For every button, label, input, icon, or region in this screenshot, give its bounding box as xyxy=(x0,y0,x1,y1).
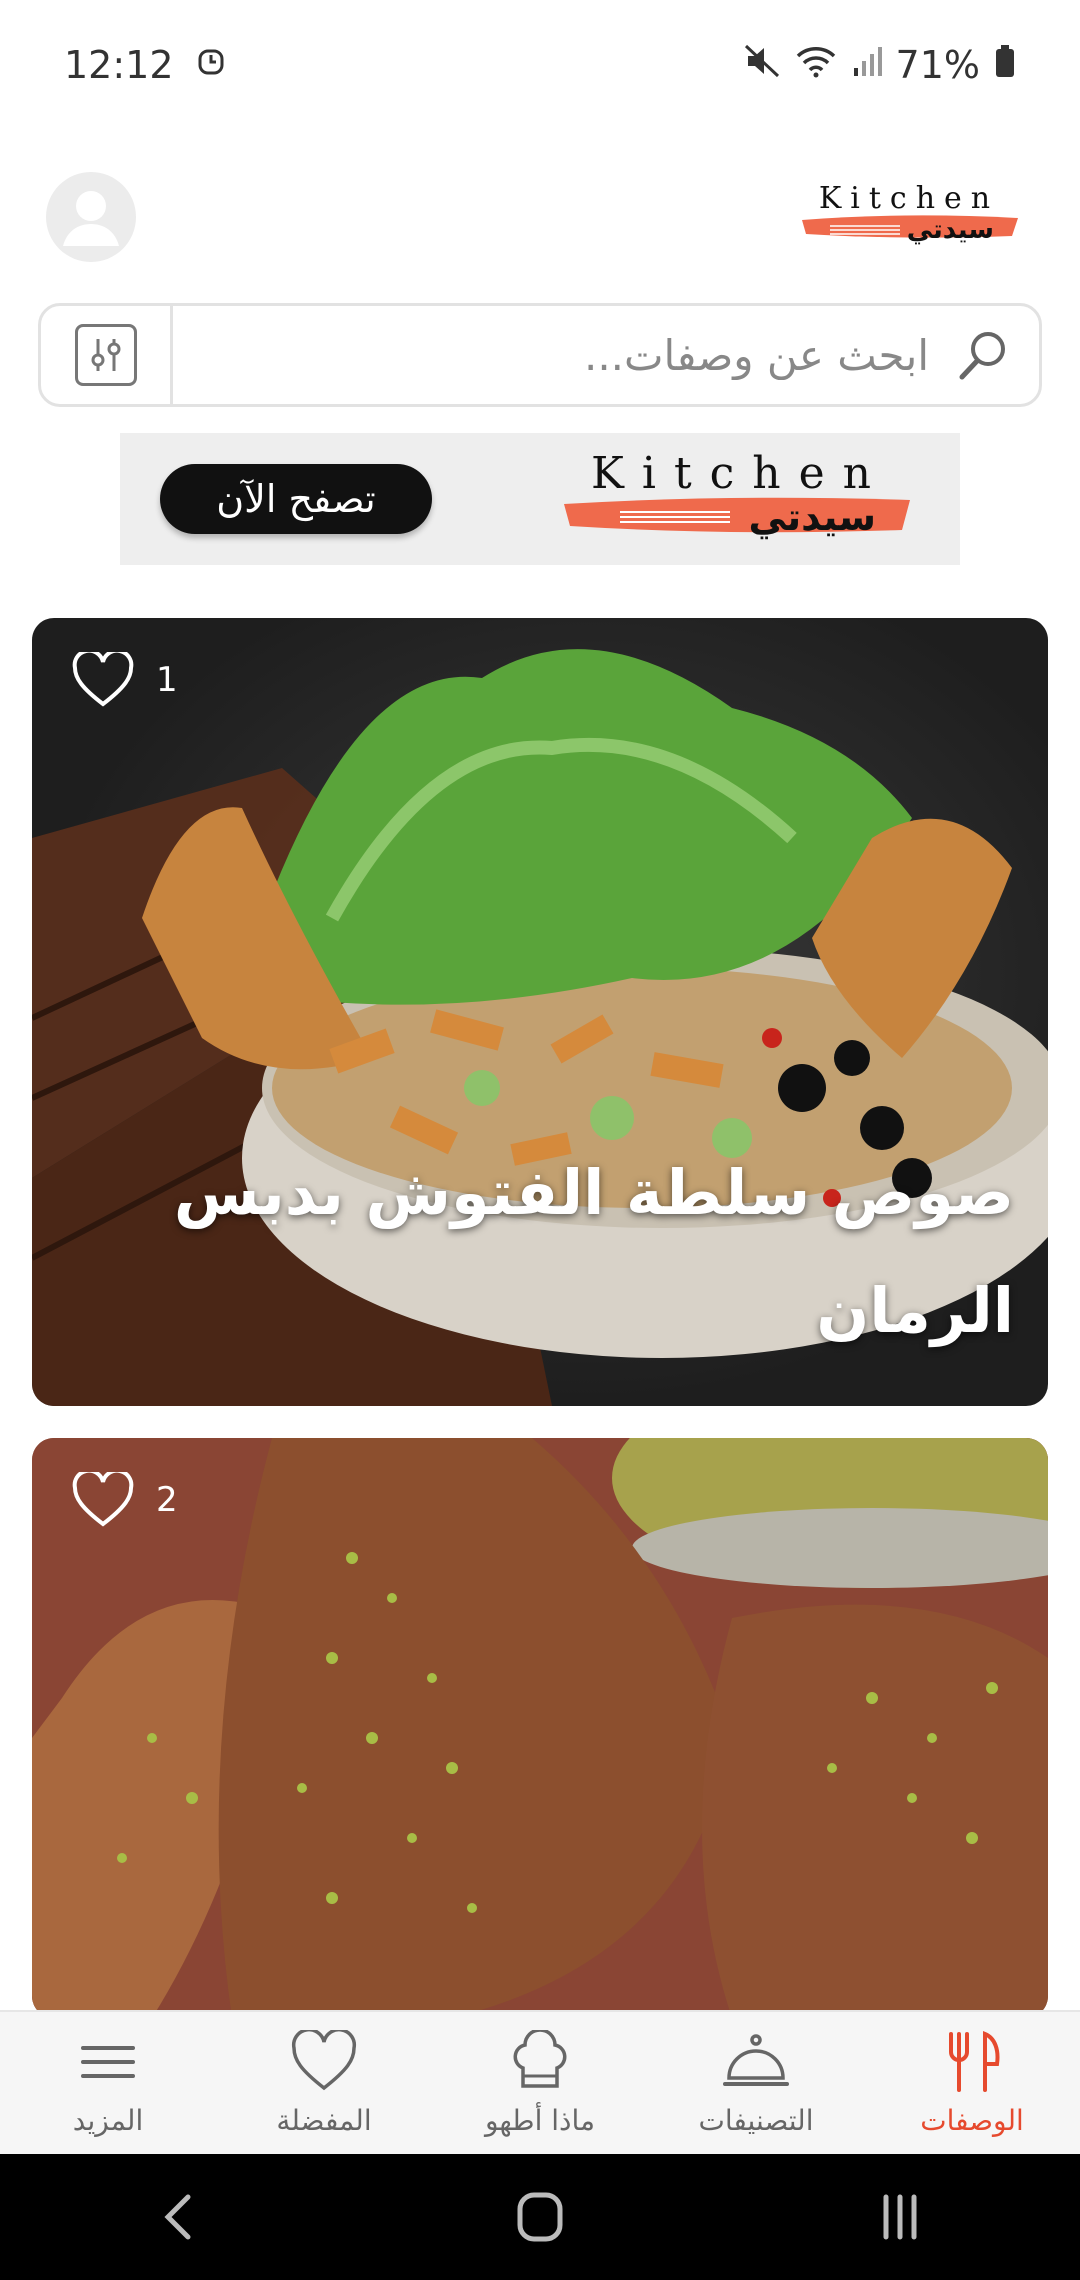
nav-label: المزيد xyxy=(72,2103,144,2137)
battery-percent: 71% xyxy=(895,43,980,87)
logo-arabic-text: سيدتي xyxy=(907,215,994,245)
battery-icon xyxy=(994,43,1016,87)
heart-outline-icon[interactable] xyxy=(72,1472,134,1528)
home-icon[interactable] xyxy=(510,2187,570,2247)
search-bar xyxy=(38,303,1042,407)
bottom-navigation: الوصفات التصنيفات ماذا أطهو المفضلة المز… xyxy=(0,2010,1080,2154)
nav-favorites[interactable]: المفضلة xyxy=(216,2012,432,2154)
favorite-count: 2 xyxy=(156,1480,178,1520)
favorite-count: 1 xyxy=(156,660,178,700)
nav-label: التصنيفات xyxy=(698,2103,814,2137)
filter-button[interactable] xyxy=(41,306,173,404)
banner-logo: Kitchen سيدتي xyxy=(560,444,920,554)
mute-icon xyxy=(744,43,780,87)
recent-apps-icon[interactable] xyxy=(870,2187,930,2247)
nav-recipes[interactable]: الوصفات xyxy=(864,2012,1080,2154)
user-icon xyxy=(63,191,119,246)
signal-icon xyxy=(852,43,882,87)
status-bar: 12:12 71% xyxy=(0,0,1080,130)
profile-avatar-button[interactable] xyxy=(46,172,136,262)
recipe-card[interactable]: 2 xyxy=(32,1438,1048,2018)
heart-icon xyxy=(291,2029,357,2090)
fork-knife-icon xyxy=(949,2030,1000,2092)
recipe-title[interactable]: صوص سلطة الفتوش بدبس الرمان xyxy=(114,1134,1014,1370)
app-logo: Kitchen سيدتي xyxy=(794,180,1024,255)
status-time: 12:12 xyxy=(64,43,174,87)
favorite-control[interactable]: 1 xyxy=(72,652,178,708)
banner-logo-latin: Kitchen xyxy=(591,448,889,499)
filter-sliders-icon xyxy=(74,324,137,386)
alarm-icon xyxy=(196,43,226,88)
recipe-card[interactable]: 1 صوص سلطة الفتوش بدبس الرمان xyxy=(32,618,1048,1406)
nav-more[interactable]: المزيد xyxy=(0,2012,216,2154)
nav-label: المفضلة xyxy=(276,2103,372,2137)
back-icon[interactable] xyxy=(150,2187,210,2247)
search-input[interactable] xyxy=(173,306,929,404)
nav-categories[interactable]: التصنيفات xyxy=(648,2012,864,2154)
wifi-icon xyxy=(794,43,838,87)
promo-banner[interactable]: تصفح الآن Kitchen سيدتي xyxy=(120,433,960,565)
banner-logo-arabic: سيدتي xyxy=(748,495,876,539)
system-navigation-bar xyxy=(0,2154,1080,2280)
recipe-image-qatayef xyxy=(32,1438,1048,2018)
browse-now-button[interactable]: تصفح الآن xyxy=(160,464,432,534)
search-icon[interactable] xyxy=(929,306,1039,404)
nav-label: ماذا أطهو xyxy=(484,2103,596,2137)
nav-what-to-cook[interactable]: ماذا أطهو xyxy=(432,2012,648,2154)
logo-latin-text: Kitchen xyxy=(819,181,999,216)
nav-label: الوصفات xyxy=(920,2103,1024,2137)
chef-hat-icon xyxy=(513,2029,567,2088)
menu-icon xyxy=(81,2045,135,2078)
recipes-screen: 12:12 71% Kitchen سيدتي ابحث عن وصفات...… xyxy=(0,0,1080,2280)
app-header: Kitchen سيدتي xyxy=(0,160,1080,280)
favorite-control[interactable]: 2 xyxy=(72,1472,178,1528)
cloche-icon xyxy=(723,2033,789,2086)
heart-outline-icon[interactable] xyxy=(72,652,134,708)
